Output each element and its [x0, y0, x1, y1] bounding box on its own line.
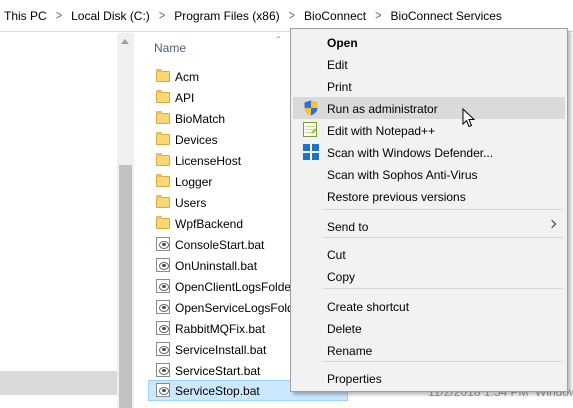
menu-item-run-as-administrator[interactable]: Run as administrator: [293, 97, 565, 119]
file-name: OpenServiceLogsFolder: [175, 301, 305, 315]
batch-file-icon: [155, 278, 171, 294]
menu-item-label: Edit with Notepad++: [327, 124, 436, 138]
menu-item-label: Send to: [327, 220, 369, 234]
menu-item-print[interactable]: Print: [293, 75, 565, 97]
scrollbar-thumb[interactable]: [119, 165, 132, 408]
file-name: Devices: [175, 133, 218, 147]
batch-file-icon: [155, 320, 171, 336]
folder-icon: [155, 110, 171, 126]
menu-separator: [323, 237, 563, 238]
menu-item-label: Open: [327, 36, 358, 50]
notepad-plus-plus-icon: [303, 122, 319, 138]
menu-item-cut[interactable]: Cut: [293, 243, 565, 265]
breadcrumb-program-files[interactable]: Program Files (x86): [170, 9, 283, 23]
menu-item-label: Delete: [327, 322, 362, 336]
folder-icon: [155, 152, 171, 168]
menu-item-copy[interactable]: Copy: [293, 265, 565, 287]
batch-file-icon: [155, 341, 171, 357]
context-menu: Open Edit Print Run as administrator Edit wi…: [290, 28, 568, 392]
menu-item-label: Create shortcut: [327, 300, 410, 314]
column-header-name[interactable]: Name: [154, 41, 186, 55]
menu-separator: [323, 209, 563, 210]
scroll-up-arrow-icon[interactable]: [121, 39, 129, 44]
menu-item-label: Rename: [327, 344, 373, 358]
menu-item-properties[interactable]: Properties: [293, 367, 565, 389]
file-name: OnUninstall.bat: [175, 259, 258, 273]
file-name: ServiceStart.bat: [175, 364, 261, 378]
menu-item-label: Print: [327, 80, 352, 94]
folder-icon: [155, 89, 171, 105]
file-name: ServiceStop.bat: [175, 384, 260, 398]
menu-item-send-to[interactable]: Send to: [293, 215, 565, 237]
menu-item-rename[interactable]: Rename: [293, 339, 565, 361]
menu-item-open[interactable]: Open: [293, 31, 565, 53]
navigation-pane[interactable]: [0, 33, 117, 408]
chevron-right-icon[interactable]: >: [370, 8, 386, 22]
folder-icon: [155, 194, 171, 210]
navigation-scrollbar[interactable]: [117, 33, 134, 408]
chevron-right-icon[interactable]: >: [284, 8, 300, 22]
menu-item-label: Scan with Sophos Anti-Virus: [327, 168, 478, 182]
file-name: LicenseHost: [175, 154, 242, 168]
menu-separator: [323, 361, 563, 362]
file-name: RabbitMQFix.bat: [175, 322, 266, 336]
file-name: ConsoleStart.bat: [175, 238, 265, 252]
menu-item-edit[interactable]: Edit: [293, 53, 565, 75]
menu-item-scan-with-sophos-anti-virus[interactable]: Scan with Sophos Anti-Virus: [293, 163, 565, 185]
folder-icon: [155, 215, 171, 231]
menu-item-label: Restore previous versions: [327, 190, 466, 204]
folder-icon: [155, 68, 171, 84]
batch-file-icon: [155, 382, 171, 398]
batch-file-icon: [155, 362, 171, 378]
menu-item-create-shortcut[interactable]: Create shortcut: [293, 295, 565, 317]
chevron-right-icon: [547, 219, 557, 229]
menu-item-label: Properties: [327, 372, 382, 386]
batch-file-icon: [155, 299, 171, 315]
menu-item-label: Run as administrator: [327, 102, 438, 116]
mouse-pointer-icon: [462, 108, 476, 128]
menu-item-label: Cut: [327, 248, 346, 262]
batch-file-icon: [155, 236, 171, 252]
folder-icon: [155, 131, 171, 147]
uac-shield-icon: [303, 100, 319, 116]
menu-item-label: Scan with Windows Defender...: [327, 146, 494, 160]
menu-item-edit-with-notepad[interactable]: Edit with Notepad++: [293, 119, 565, 141]
navigation-selected-item[interactable]: [0, 371, 117, 395]
breadcrumb-local-disk[interactable]: Local Disk (C:): [67, 9, 154, 23]
breadcrumb-bioconnect-services[interactable]: BioConnect Services: [387, 9, 506, 23]
file-name: BioMatch: [175, 112, 226, 126]
menu-separator: [323, 288, 563, 289]
breadcrumb-bioconnect[interactable]: BioConnect: [300, 9, 370, 23]
menu-item-delete[interactable]: Delete: [293, 317, 565, 339]
menu-item-label: Edit: [327, 58, 348, 72]
folder-icon: [155, 173, 171, 189]
chevron-right-icon[interactable]: >: [154, 8, 170, 22]
chevron-right-icon[interactable]: >: [51, 8, 67, 22]
menu-item-label: Copy: [327, 270, 356, 284]
windows-defender-icon: [303, 144, 319, 160]
sort-chevron-up-icon: ⌃: [275, 35, 282, 44]
file-name: Logger: [175, 175, 213, 189]
breadcrumb-this-pc[interactable]: This PC: [0, 9, 51, 23]
file-name: WpfBackend: [175, 217, 244, 231]
file-name: OpenClientLogsFolder: [175, 280, 296, 294]
file-name: API: [175, 91, 195, 105]
file-name: ServiceInstall.bat: [175, 343, 267, 357]
menu-item-scan-with-windows-defender[interactable]: Scan with Windows Defender...: [293, 141, 565, 163]
menu-item-restore-previous-versions[interactable]: Restore previous versions: [293, 185, 565, 207]
file-name: Acm: [175, 70, 199, 84]
file-name: Users: [175, 196, 207, 210]
batch-file-icon: [155, 257, 171, 273]
